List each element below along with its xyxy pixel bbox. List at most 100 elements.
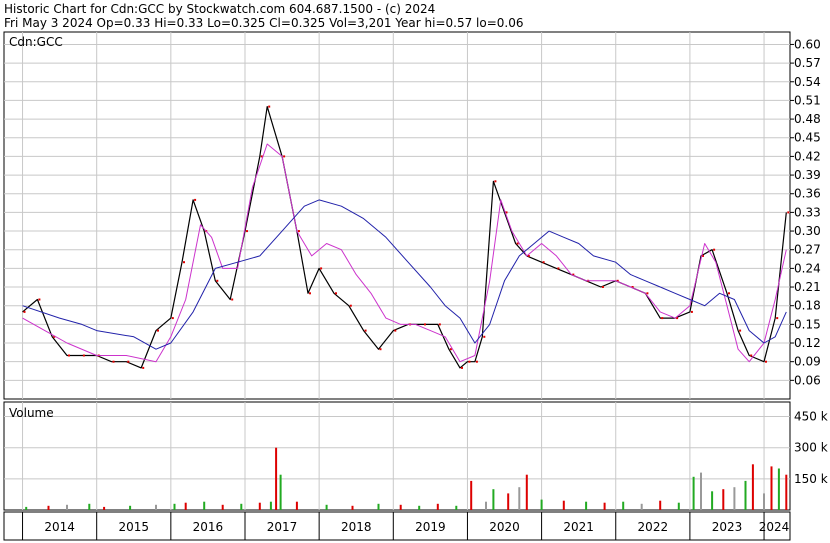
close-marker — [38, 298, 41, 301]
close-marker — [542, 261, 545, 264]
close-marker — [787, 211, 790, 214]
price-tick-label: 0.48 — [794, 112, 821, 126]
year-label: 2019 — [415, 520, 446, 534]
close-marker — [142, 366, 145, 369]
price-tick-label: 0.54 — [794, 75, 821, 89]
price-tick-label: 0.36 — [794, 187, 821, 201]
volume-bar — [418, 505, 421, 510]
volume-bar — [492, 489, 495, 510]
volume-bar — [88, 503, 91, 510]
volume-bar — [785, 474, 788, 510]
volume-bar — [763, 493, 765, 510]
volume-bar — [525, 474, 528, 510]
price-tick-label: 0.18 — [794, 299, 821, 313]
close-marker — [112, 360, 115, 363]
price-tick-label: 0.39 — [794, 168, 821, 182]
volume-bar — [733, 487, 736, 510]
year-label: 2017 — [267, 520, 298, 534]
close-marker — [750, 354, 753, 357]
volume-bar — [562, 500, 565, 510]
price-tick-label: 0.06 — [794, 373, 821, 387]
price-tick-label: 0.33 — [794, 205, 821, 219]
close-marker — [494, 180, 497, 183]
price-frame — [3, 31, 791, 400]
close-marker — [646, 292, 649, 295]
close-marker — [424, 323, 426, 326]
volume-bar — [540, 499, 543, 510]
chart-summary: Fri May 3 2024 Op=0.33 Hi=0.33 Lo=0.325 … — [4, 16, 523, 30]
close-marker — [320, 267, 323, 270]
close-marker — [216, 279, 219, 282]
volume-tick-label: 150 k — [794, 472, 828, 486]
price-tick-label: 0.42 — [794, 149, 821, 163]
volume-bar — [436, 503, 439, 510]
volume-bar — [184, 502, 187, 510]
close-marker — [68, 354, 70, 357]
close-marker — [246, 230, 248, 233]
volume-frame — [3, 401, 791, 511]
volume-bar — [777, 468, 780, 510]
volume-bar — [677, 502, 680, 510]
price-tick-label: 0.21 — [794, 280, 821, 294]
volume-bar — [377, 503, 380, 510]
volume-bar — [751, 464, 754, 510]
volume-bar — [659, 500, 662, 510]
volume-bar — [744, 480, 747, 510]
price-tick-label: 0.27 — [794, 243, 821, 257]
volume-bar — [129, 505, 132, 510]
volume-bar — [585, 501, 588, 510]
year-label: 2016 — [193, 520, 224, 534]
price-y-ticks: 0.60 0.57 0.54 0.51 0.48 0.45 0.42 0.39 0.36 0.33… — [790, 37, 821, 387]
volume-y-ticks: 450 k 300 k 150 k — [794, 410, 828, 486]
close-marker — [713, 248, 716, 251]
volume-bar — [603, 502, 606, 510]
year-label: 2024 — [759, 520, 790, 534]
year-label: 2020 — [489, 520, 520, 534]
close-marker — [283, 155, 286, 158]
stock-chart: Historic Chart for Cdn:GCC by Stockwatch… — [3, 2, 828, 541]
volume-bar — [279, 474, 282, 510]
volume-label: Volume — [9, 406, 54, 420]
close-marker — [183, 261, 185, 264]
volume-bar — [221, 504, 224, 510]
close-marker — [231, 298, 234, 301]
price-tick-label: 0.24 — [794, 261, 821, 275]
close-marker — [475, 360, 478, 363]
year-label: 2015 — [118, 520, 149, 534]
close-marker — [297, 230, 300, 233]
close-marker — [601, 286, 604, 288]
close-marker — [379, 348, 382, 351]
price-tick-label: 0.60 — [794, 37, 821, 51]
close-marker — [394, 329, 397, 332]
close-marker — [157, 329, 159, 332]
price-tick-label: 0.09 — [794, 355, 821, 369]
close-marker — [309, 292, 311, 295]
close-marker — [171, 317, 174, 320]
time-axis: 2014 2015 2016 2017 2018 2019 2020 2021 2022 2023… — [3, 511, 791, 541]
volume-bar — [269, 501, 272, 510]
close-marker — [127, 360, 130, 363]
close-marker — [364, 329, 367, 332]
year-label: 2021 — [563, 520, 594, 534]
price-tick-label: 0.57 — [794, 56, 821, 70]
volume-bar — [770, 466, 773, 510]
price-tick-label: 0.45 — [794, 131, 821, 145]
close-marker — [335, 292, 337, 295]
volume-bar — [711, 491, 714, 510]
volume-bar — [351, 505, 354, 510]
volume-bar — [25, 506, 28, 510]
volume-bar — [47, 505, 50, 510]
volume-bar — [722, 489, 725, 510]
volume-bar — [155, 504, 157, 510]
close-marker — [776, 317, 779, 320]
close-marker — [516, 242, 519, 245]
symbol-label: Cdn:GCC — [9, 35, 63, 49]
price-tick-label: 0.51 — [794, 93, 821, 107]
year-label: 2022 — [638, 520, 669, 534]
close-marker — [438, 323, 441, 326]
volume-bar — [622, 501, 625, 510]
close-marker — [661, 317, 664, 320]
volume-bar — [240, 503, 243, 510]
year-label: 2018 — [341, 520, 372, 534]
close-marker — [349, 304, 352, 307]
